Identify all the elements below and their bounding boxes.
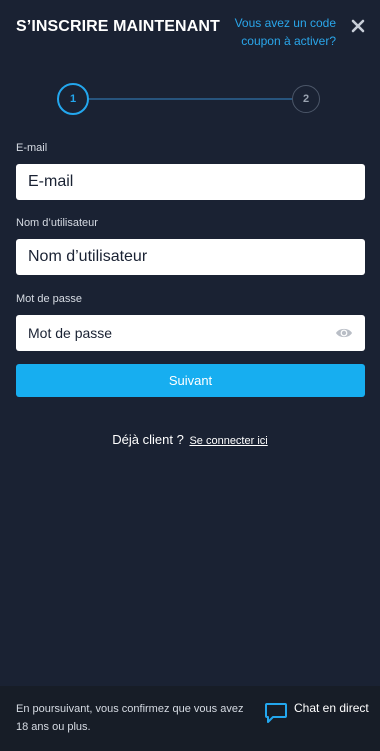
signup-page: S’INSCRIRE MAINTENANT Vous avez un code … (0, 0, 380, 751)
chat-label: Chat en direct (294, 701, 369, 715)
email-field-wrapper (16, 164, 365, 200)
progress-stepper: 1 2 (56, 83, 322, 115)
username-field-wrapper (16, 239, 365, 275)
password-field-wrapper (16, 315, 365, 351)
close-button[interactable] (348, 16, 368, 36)
header: S’INSCRIRE MAINTENANT Vous avez un code … (16, 14, 368, 54)
age-disclaimer: En poursuivant, vous confirmez que vous … (16, 703, 244, 733)
page-title: S’INSCRIRE MAINTENANT (16, 18, 220, 35)
show-password-toggle[interactable] (335, 324, 353, 342)
signup-form: E-mail Nom d’utilisateur Mot de passe (16, 142, 365, 351)
login-prompt: Déjà client ? Se connecter ici (0, 432, 380, 447)
password-field[interactable] (16, 315, 365, 351)
email-label: E-mail (16, 142, 48, 154)
login-link[interactable]: Se connecter ici (189, 435, 267, 447)
eye-icon (336, 328, 352, 338)
live-chat-button[interactable]: Chat en direct (264, 700, 369, 724)
step-2-indicator: 2 (292, 85, 320, 113)
password-label: Mot de passe (16, 293, 83, 305)
coupon-link[interactable]: Vous avez un code coupon à activer? (216, 14, 336, 50)
username-field[interactable] (16, 239, 365, 275)
chat-bubble-icon (265, 703, 287, 723)
footer-bar: En poursuivant, vous confirmez que vous … (0, 686, 380, 751)
username-label: Nom d’utilisateur (16, 217, 98, 229)
login-prompt-text: Déjà client ? (112, 432, 184, 447)
step-1-indicator: 1 (57, 83, 89, 115)
stepper-line (88, 98, 292, 100)
email-field[interactable] (16, 164, 365, 200)
close-icon (351, 19, 365, 33)
next-button[interactable]: Suivant (16, 364, 365, 397)
